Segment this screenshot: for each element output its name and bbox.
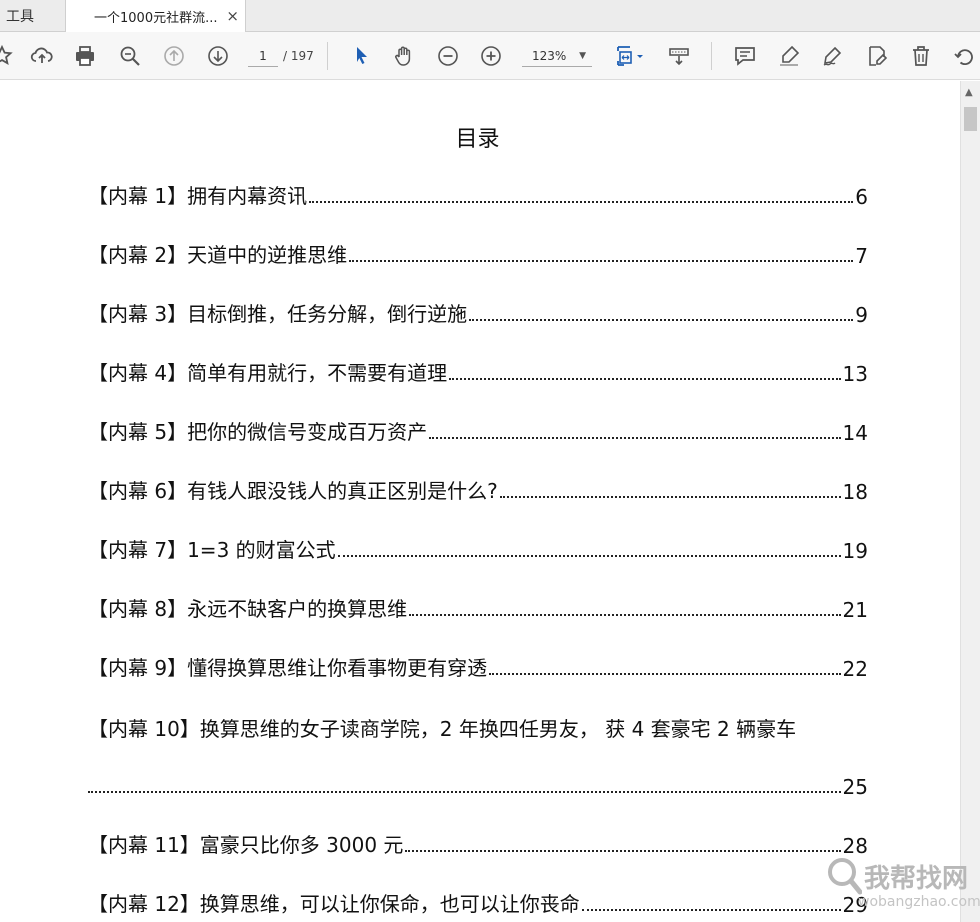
comment-icon[interactable] [731, 42, 759, 70]
toc-entry[interactable]: 【内幕 6】有钱人跟没钱人的真正区别是什么? 18 [88, 474, 868, 504]
page-number-input[interactable]: 1 [248, 45, 278, 67]
print-icon[interactable] [71, 42, 99, 70]
toc-entry-title[interactable]: 【内幕 10】换算思维的女子读商学院，2 年换四任男友， 获 4 套豪宅 2 辆… [88, 713, 868, 742]
tab-tools[interactable]: 工具 [0, 0, 66, 32]
star-icon[interactable] [0, 42, 16, 70]
toc-leader-dots [349, 260, 854, 262]
upload-icon[interactable] [28, 42, 56, 70]
toc-leader-dots [469, 319, 854, 321]
toc-entry-page: 14 [842, 421, 868, 445]
magnifier-logo-icon [828, 858, 862, 895]
toc-entry[interactable]: 【内幕 8】永远不缺客户的换算思维 21 [88, 592, 868, 622]
toc-entry[interactable]: 【内幕 1】拥有内幕资讯 6 [88, 179, 868, 209]
rotate-icon[interactable] [951, 42, 979, 70]
toc-leader-dots [88, 791, 841, 793]
toc-entry[interactable]: 【内幕 2】天道中的逆推思维 7 [88, 238, 868, 268]
watermark-brand: 我帮找网 [864, 864, 969, 894]
zoom-value: 123% [532, 49, 567, 63]
close-tab-icon[interactable]: × [226, 7, 239, 25]
toc-entry[interactable]: 【内幕 9】懂得换算思维让你看事物更有穿透 22 [88, 651, 868, 681]
toc-entry-page: 6 [855, 185, 868, 209]
toc-entry-page: 25 [842, 775, 868, 799]
toc-entry-page: 22 [842, 657, 868, 681]
toc-entry[interactable]: 【内幕 3】目标倒推，任务分解，倒行逆施 9 [88, 297, 868, 327]
toc-entry[interactable]: 25 [88, 769, 868, 799]
delete-icon[interactable] [907, 42, 935, 70]
scroll-up-arrow-icon[interactable]: ▲ [965, 87, 973, 98]
tab-tools-label: 工具 [6, 9, 34, 25]
zoom-out-icon[interactable] [434, 42, 462, 70]
search-icon[interactable] [116, 42, 144, 70]
toc-leader-dots [409, 614, 841, 616]
zoom-select[interactable]: 123% ▼ [522, 45, 592, 67]
toc-leader-dots [499, 496, 841, 498]
toc-entry-page: 9 [855, 303, 868, 327]
toc-entry-page: 18 [842, 480, 868, 504]
next-page-icon[interactable] [204, 42, 232, 70]
page-title: 目录 [455, 127, 500, 152]
toc-leader-dots [337, 555, 841, 557]
fit-page-icon[interactable] [612, 42, 648, 70]
toc-entry-title: 【内幕 2】天道中的逆推思维 [88, 243, 348, 267]
toc-entry-title: 【内幕 9】懂得换算思维让你看事物更有穿透 [88, 656, 488, 680]
toc-leader-dots [405, 850, 841, 852]
toc-leader-dots [489, 673, 841, 675]
toolbar-divider [327, 42, 328, 70]
watermark-url: wobangzhao.com [858, 894, 980, 910]
document-viewport[interactable]: 目录 【内幕 1】拥有内幕资讯 6 【内幕 2】天道中的逆推思维 7 【内幕 3… [0, 81, 960, 922]
toc-entry[interactable]: 【内幕 5】把你的微信号变成百万资产 14 [88, 415, 868, 445]
toc-entry[interactable]: 【内幕 12】换算思维，可以让你保命，也可以让你丧命 29 [88, 887, 868, 917]
edit-icon[interactable] [863, 42, 891, 70]
toc-leader-dots [429, 437, 841, 439]
scrollbar-thumb[interactable] [964, 107, 977, 131]
toc-leader-dots [581, 909, 841, 911]
toc-entry[interactable]: 【内幕 11】富豪只比你多 3000 元 28 [88, 828, 868, 858]
toc-entry-title: 【内幕 1】拥有内幕资讯 [88, 184, 308, 208]
chevron-down-icon[interactable]: ▼ [579, 45, 586, 67]
toc-leader-dots [309, 201, 854, 203]
tab-document-label: 一个1000元社群流... [94, 11, 218, 26]
prev-page-icon[interactable] [160, 42, 188, 70]
page-total: / 197 [283, 49, 314, 63]
toc-entry-title: 【内幕 11】富豪只比你多 3000 元 [88, 833, 404, 857]
toc-entry-title: 【内幕 5】把你的微信号变成百万资产 [88, 420, 428, 444]
vertical-scrollbar[interactable]: ▲ [960, 81, 980, 922]
tab-bar: 工具 一个1000元社群流... × [0, 0, 980, 33]
toc-leader-dots [449, 378, 841, 380]
select-cursor-icon[interactable] [347, 42, 375, 70]
zoom-in-icon[interactable] [477, 42, 505, 70]
toolbar: 1 / 197 123% ▼ [0, 32, 980, 80]
toc-entry-page: 13 [842, 362, 868, 386]
toc-entry-title: 【内幕 8】永远不缺客户的换算思维 [88, 597, 408, 621]
toc-entry-title: 【内幕 3】目标倒推，任务分解，倒行逆施 [88, 302, 468, 326]
toc-entry-page: 7 [855, 244, 868, 268]
toc-entry-title: 【内幕 12】换算思维，可以让你保命，也可以让你丧命 [88, 892, 580, 916]
highlight-icon[interactable] [775, 42, 803, 70]
sign-icon[interactable] [819, 42, 847, 70]
scroll-mode-icon[interactable] [665, 42, 693, 70]
watermark: 我帮找网 wobangzhao.com [826, 852, 980, 918]
tab-document[interactable]: 一个1000元社群流... × [66, 0, 246, 33]
toc-entry[interactable]: 【内幕 4】简单有用就行，不需要有道理 13 [88, 356, 868, 386]
toc-entry-title: 【内幕 7】1=3 的财富公式 [88, 538, 336, 562]
toc-entry-title: 【内幕 4】简单有用就行，不需要有道理 [88, 361, 448, 385]
toolbar-divider [711, 42, 712, 70]
toc-entry-page: 21 [842, 598, 868, 622]
hand-tool-icon[interactable] [390, 42, 418, 70]
toc-entry-title: 【内幕 6】有钱人跟没钱人的真正区别是什么? [88, 479, 498, 503]
toc-entry[interactable]: 【内幕 7】1=3 的财富公式 19 [88, 533, 868, 563]
toc-entry-page: 19 [842, 539, 868, 563]
